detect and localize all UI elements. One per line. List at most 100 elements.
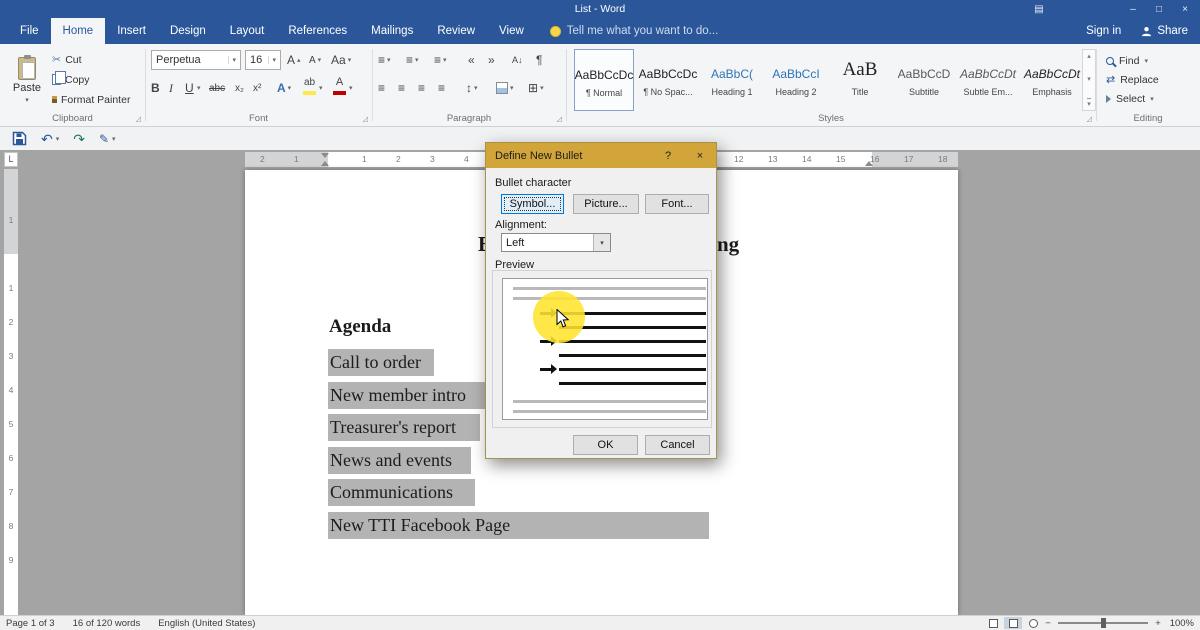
selected-text[interactable]: Communications bbox=[328, 479, 475, 506]
tab-home[interactable]: Home bbox=[51, 18, 106, 44]
symbol-button[interactable]: Symbol... bbox=[501, 194, 564, 214]
italic-button[interactable]: I bbox=[169, 78, 173, 98]
bold-button[interactable]: B bbox=[151, 78, 160, 98]
underline-button[interactable]: U bbox=[185, 78, 194, 98]
paste-dropdown-icon[interactable]: ▾ bbox=[25, 96, 29, 104]
restore-button[interactable]: □ bbox=[1146, 4, 1172, 15]
show-hide-pilcrow-button[interactable]: ¶ bbox=[536, 50, 542, 70]
first-line-indent-marker[interactable] bbox=[321, 153, 329, 158]
cut-button[interactable]: ✂ Cut bbox=[52, 51, 82, 68]
zoom-slider[interactable] bbox=[1058, 622, 1148, 624]
style-card-subtle-emphasis[interactable]: AaBbCcDt Subtle Em... bbox=[958, 49, 1018, 111]
style-card-heading1[interactable]: AaBbC( Heading 1 bbox=[702, 49, 762, 111]
selected-text[interactable]: New TTI Facebook Page bbox=[328, 512, 709, 539]
zoom-percentage[interactable]: 100% bbox=[1164, 618, 1194, 629]
font-name-dropdown-icon[interactable]: ▾ bbox=[228, 56, 236, 64]
save-button[interactable] bbox=[12, 131, 27, 146]
dialog-close-button[interactable]: × bbox=[684, 143, 716, 168]
font-dialog-launcher[interactable]: ◿ bbox=[363, 115, 368, 123]
print-layout-button[interactable] bbox=[1004, 617, 1022, 629]
tab-mailings[interactable]: Mailings bbox=[359, 18, 425, 44]
hanging-indent-marker[interactable] bbox=[321, 161, 329, 166]
style-card-emphasis[interactable]: AaBbCcDt Emphasis bbox=[1022, 49, 1082, 111]
undo-dropdown-icon[interactable]: ▾ bbox=[56, 135, 60, 143]
minimize-button[interactable]: – bbox=[1120, 4, 1146, 15]
list-item[interactable]: Treasurer's report bbox=[328, 414, 480, 441]
close-button[interactable]: × bbox=[1172, 4, 1198, 15]
increase-indent-button[interactable]: » bbox=[488, 50, 495, 70]
format-painter-button[interactable]: Format Painter bbox=[52, 91, 130, 108]
list-item[interactable]: New TTI Facebook Page bbox=[328, 512, 709, 539]
copy-button[interactable]: Copy bbox=[52, 71, 90, 88]
dialog-title-bar[interactable]: Define New Bullet ? × bbox=[486, 143, 716, 168]
list-item[interactable]: News and events bbox=[328, 447, 471, 474]
tab-stop-selector[interactable]: L bbox=[4, 152, 18, 167]
replace-button[interactable]: ⇄ Replace bbox=[1106, 71, 1159, 88]
ribbon-display-options-button[interactable]: ▤ bbox=[1026, 4, 1052, 15]
word-count[interactable]: 16 of 120 words bbox=[73, 618, 141, 629]
text-effects-button[interactable]: A▾ bbox=[277, 78, 291, 98]
tab-design[interactable]: Design bbox=[158, 18, 218, 44]
tab-references[interactable]: References bbox=[276, 18, 359, 44]
find-button[interactable]: Find ▾ bbox=[1106, 52, 1148, 69]
alignment-dropdown-icon[interactable]: ▾ bbox=[593, 234, 610, 251]
qat-dropdown-icon[interactable]: ▾ bbox=[112, 135, 116, 143]
style-card-title[interactable]: AaB Title bbox=[830, 49, 890, 111]
ok-button[interactable]: OK bbox=[573, 435, 638, 455]
font-size-dropdown-icon[interactable]: ▾ bbox=[268, 56, 276, 64]
align-right-button[interactable]: ≡ bbox=[418, 78, 425, 98]
shading-button[interactable]: ▾ bbox=[496, 78, 514, 98]
web-layout-button[interactable] bbox=[1024, 617, 1042, 629]
list-item[interactable]: Call to order bbox=[328, 349, 434, 376]
superscript-button[interactable]: x² bbox=[253, 78, 261, 98]
underline-dropdown[interactable]: ▾ bbox=[197, 78, 201, 98]
subscript-button[interactable]: x₂ bbox=[235, 78, 244, 98]
zoom-slider-thumb[interactable] bbox=[1101, 618, 1106, 628]
cancel-button[interactable]: Cancel bbox=[645, 435, 710, 455]
selected-text[interactable]: Call to order bbox=[328, 349, 434, 376]
sign-in-link[interactable]: Sign in bbox=[1086, 25, 1121, 37]
tell-me-box[interactable]: Tell me what you want to do... bbox=[550, 18, 719, 44]
shrink-font-button[interactable]: A▾ bbox=[309, 50, 321, 70]
grow-font-button[interactable]: A▴ bbox=[287, 50, 301, 70]
font-color-button[interactable]: A bbox=[333, 76, 346, 96]
undo-button[interactable]: ↶ ▾ bbox=[41, 132, 59, 146]
highlight-color-button[interactable]: ab bbox=[303, 76, 316, 96]
picture-button[interactable]: Picture... bbox=[573, 194, 639, 214]
select-button[interactable]: Select ▾ bbox=[1106, 90, 1154, 107]
redo-button[interactable]: ↷ bbox=[73, 132, 85, 146]
change-case-button[interactable]: Aa▾ bbox=[331, 50, 351, 70]
paste-button[interactable]: Paste ▾ bbox=[6, 48, 48, 112]
clipboard-dialog-launcher[interactable]: ◿ bbox=[136, 115, 141, 123]
zoom-out-button[interactable]: − bbox=[1042, 618, 1054, 629]
selected-text[interactable]: New member intro bbox=[328, 382, 504, 409]
styles-gallery-scrollbar[interactable]: ▴ ▾ ▾ bbox=[1082, 49, 1096, 111]
tab-view[interactable]: View bbox=[487, 18, 536, 44]
page-count[interactable]: Page 1 of 3 bbox=[6, 618, 55, 629]
tab-insert[interactable]: Insert bbox=[105, 18, 158, 44]
customize-qat-button[interactable]: ✎ ▾ bbox=[99, 132, 116, 146]
multilevel-list-button[interactable]: ≡▾ bbox=[434, 50, 447, 70]
list-item[interactable]: New member intro bbox=[328, 382, 504, 409]
style-card-no-spacing[interactable]: AaBbCcDc ¶ No Spac... bbox=[638, 49, 698, 111]
zoom-in-button[interactable]: + bbox=[1152, 618, 1164, 629]
style-card-heading2[interactable]: AaBbCcI Heading 2 bbox=[766, 49, 826, 111]
line-spacing-button[interactable]: ↕▾ bbox=[466, 78, 478, 98]
tab-review[interactable]: Review bbox=[425, 18, 487, 44]
tab-layout[interactable]: Layout bbox=[218, 18, 277, 44]
document-title-fragment[interactable]: ng bbox=[717, 232, 739, 257]
numbering-button[interactable]: ≡▾ bbox=[406, 50, 419, 70]
gallery-scroll-up-icon[interactable]: ▴ bbox=[1087, 52, 1091, 60]
align-center-button[interactable]: ≡ bbox=[398, 78, 405, 98]
strikethrough-button[interactable]: abc bbox=[209, 78, 225, 98]
selected-text[interactable]: Treasurer's report bbox=[328, 414, 480, 441]
document-heading[interactable]: Agenda bbox=[329, 316, 391, 338]
justify-button[interactable]: ≡ bbox=[438, 78, 445, 98]
vertical-ruler[interactable]: 1 1 2 3 4 5 6 7 8 9 bbox=[4, 169, 18, 615]
font-color-dropdown[interactable]: ▾ bbox=[349, 78, 353, 98]
sort-button[interactable]: A↓ bbox=[512, 50, 523, 70]
paragraph-dialog-launcher[interactable]: ◿ bbox=[557, 115, 562, 123]
align-left-button[interactable]: ≡ bbox=[378, 78, 385, 98]
bullets-button[interactable]: ≡▾ bbox=[378, 50, 391, 70]
tab-file[interactable]: File bbox=[8, 18, 51, 44]
